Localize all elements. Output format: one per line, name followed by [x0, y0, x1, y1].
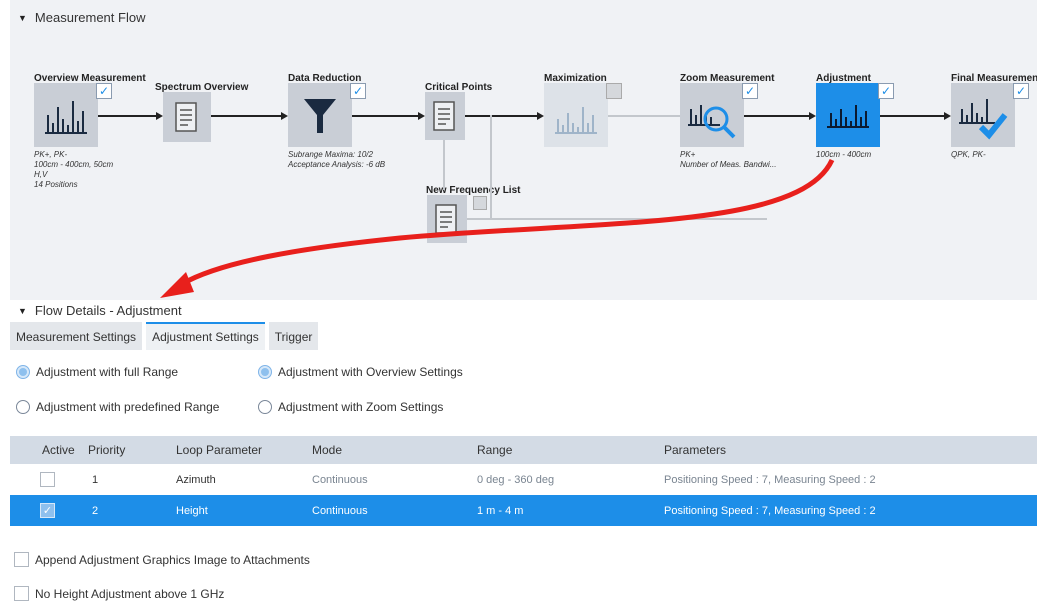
no-height-checkbox[interactable] — [14, 586, 29, 601]
active-checkbox[interactable] — [40, 472, 55, 487]
loop-parameter-table: Active Priority Loop Parameter Mode Rang… — [10, 436, 1037, 526]
annotation-arrow — [160, 158, 835, 298]
tab-adjustment-settings[interactable]: Adjustment Settings — [146, 322, 265, 350]
radio-predefined-range[interactable]: Adjustment with predefined Range — [16, 400, 219, 414]
flow-details-title: Flow Details - Adjustment — [34, 303, 182, 318]
radio-zoom-settings[interactable]: Adjustment with Zoom Settings — [258, 400, 443, 414]
radio-button[interactable] — [16, 365, 30, 379]
radio-button[interactable] — [258, 400, 272, 414]
flow-details-header[interactable]: ▼ Flow Details - Adjustment — [18, 303, 182, 318]
radio-button[interactable] — [16, 400, 30, 414]
collapse-triangle-icon[interactable]: ▼ — [18, 306, 27, 316]
radio-button[interactable] — [258, 365, 272, 379]
table-header: Active Priority Loop Parameter Mode Rang… — [10, 436, 1037, 464]
tab-trigger[interactable]: Trigger — [268, 322, 319, 350]
active-checkbox[interactable]: ✓ — [40, 503, 55, 518]
radio-overview-settings[interactable]: Adjustment with Overview Settings — [258, 365, 463, 379]
append-graphics-option[interactable]: Append Adjustment Graphics Image to Atta… — [14, 552, 310, 567]
radio-full-range[interactable]: Adjustment with full Range — [16, 365, 178, 379]
table-row[interactable]: ✓ 2 Height Continuous 1 m - 4 m Position… — [10, 495, 1037, 526]
append-graphics-checkbox[interactable] — [14, 552, 29, 567]
table-row[interactable]: 1 Azimuth Continuous 0 deg - 360 deg Pos… — [10, 464, 1037, 495]
tab-measurement-settings[interactable]: Measurement Settings — [10, 322, 143, 350]
no-height-option[interactable]: No Height Adjustment above 1 GHz — [14, 586, 224, 601]
settings-tabs: Measurement Settings Adjustment Settings… — [10, 322, 322, 350]
